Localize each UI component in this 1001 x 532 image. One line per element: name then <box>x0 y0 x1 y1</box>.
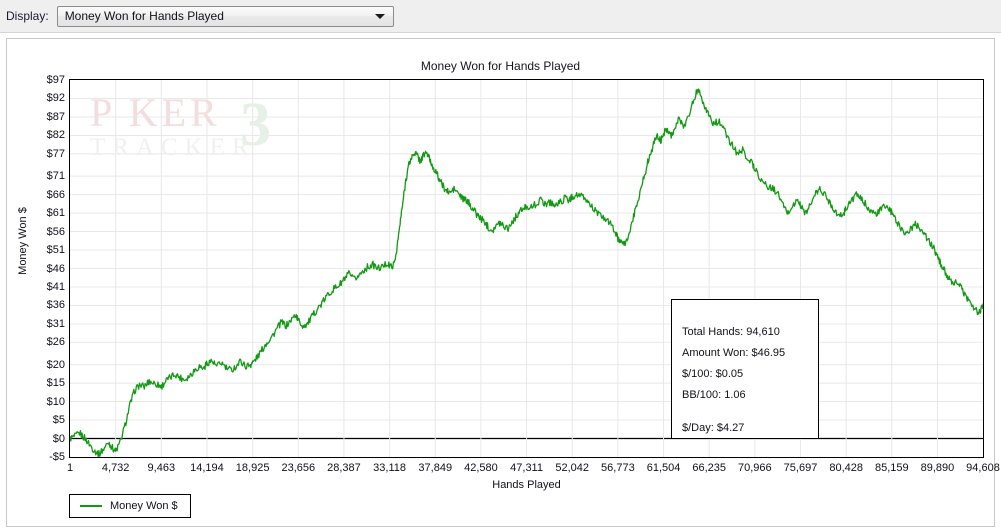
x-tick-label: 4,732 <box>102 462 130 474</box>
y-tick-label: $5 <box>7 414 65 426</box>
chart-canvas <box>70 80 983 457</box>
y-tick-label: $0 <box>7 433 65 445</box>
plot-area: P KER TRACKER 3 Total Hands: 94,610 Amou… <box>69 79 984 458</box>
x-tick-label: 56,773 <box>601 462 635 474</box>
chevron-down-icon <box>375 14 385 19</box>
y-tick-label: $71 <box>7 170 65 182</box>
display-label: Display: <box>6 9 49 23</box>
y-tick-label: $26 <box>7 336 65 348</box>
stat-amount-won: Amount Won: $46.95 <box>682 343 818 364</box>
x-tick-label: 47,311 <box>510 462 543 474</box>
y-tick-label: $36 <box>7 299 65 311</box>
y-tick-label: $82 <box>7 129 65 141</box>
chart-legend[interactable]: Money Won $ <box>69 494 191 518</box>
x-tick-label: 61,504 <box>647 462 681 474</box>
y-axis-tick-labels: $97$92$87$82$77$71$66$61$56$51$46$41$36$… <box>7 79 65 458</box>
display-toolbar: Display: Money Won for Hands Played <box>0 0 1001 33</box>
poker-tracker-graph-window: Display: Money Won for Hands Played Mone… <box>0 0 1001 532</box>
x-tick-label: 14,194 <box>190 462 224 474</box>
x-tick-label: 52,042 <box>555 462 589 474</box>
stats-infobox: Total Hands: 94,610 Amount Won: $46.95 $… <box>671 299 819 439</box>
y-tick-label: $87 <box>7 111 65 123</box>
stat-per-100: $/100: $0.05 <box>682 364 818 385</box>
stat-bb-per-100: BB/100: 1.06 <box>682 385 818 406</box>
x-axis-title: Hands Played <box>69 479 984 491</box>
chart-panel: Money Won for Hands Played Money Won $ $… <box>6 38 995 527</box>
y-tick-label: -$5 <box>7 451 65 463</box>
x-tick-label: 1 <box>67 462 73 474</box>
y-tick-label: $46 <box>7 263 65 275</box>
y-tick-label: $51 <box>7 244 65 256</box>
y-tick-label: $92 <box>7 92 65 104</box>
y-tick-label: $77 <box>7 148 65 160</box>
y-tick-label: $66 <box>7 189 65 201</box>
x-tick-label: 70,966 <box>738 462 772 474</box>
infobox-spacer <box>682 406 818 418</box>
y-tick-label: $31 <box>7 318 65 330</box>
x-tick-label: 94,608 <box>966 462 1000 474</box>
y-tick-label: $20 <box>7 359 65 371</box>
legend-label-money-won: Money Won $ <box>110 500 178 512</box>
y-tick-label: $97 <box>7 74 65 86</box>
stat-total-hands: Total Hands: 94,610 <box>682 322 818 343</box>
y-tick-label: $41 <box>7 281 65 293</box>
y-tick-label: $10 <box>7 396 65 408</box>
x-tick-label: 23,656 <box>281 462 315 474</box>
y-tick-label: $15 <box>7 377 65 389</box>
x-tick-label: 37,849 <box>418 462 452 474</box>
legend-swatch-money-won <box>80 505 102 507</box>
x-tick-label: 28,387 <box>327 462 361 474</box>
chart-title: Money Won for Hands Played <box>7 59 994 73</box>
x-tick-label: 42,580 <box>464 462 498 474</box>
x-tick-label: 89,890 <box>921 462 955 474</box>
x-axis-tick-labels: 1 4,732 9,463 14,194 18,925 23,656 28,387 33,11… <box>69 462 984 478</box>
stat-per-day: $/Day: $4.27 <box>682 418 818 439</box>
x-tick-label: 85,159 <box>875 462 909 474</box>
x-tick-label: 66,235 <box>692 462 726 474</box>
x-tick-label: 18,925 <box>236 462 270 474</box>
y-tick-label: $56 <box>7 226 65 238</box>
x-tick-label: 33,118 <box>373 462 406 474</box>
display-dropdown[interactable]: Money Won for Hands Played <box>57 6 394 27</box>
display-dropdown-value: Money Won for Hands Played <box>58 9 224 23</box>
x-tick-label: 75,697 <box>784 462 818 474</box>
x-tick-label: 80,428 <box>829 462 863 474</box>
x-tick-label: 9,463 <box>148 462 176 474</box>
y-tick-label: $61 <box>7 207 65 219</box>
